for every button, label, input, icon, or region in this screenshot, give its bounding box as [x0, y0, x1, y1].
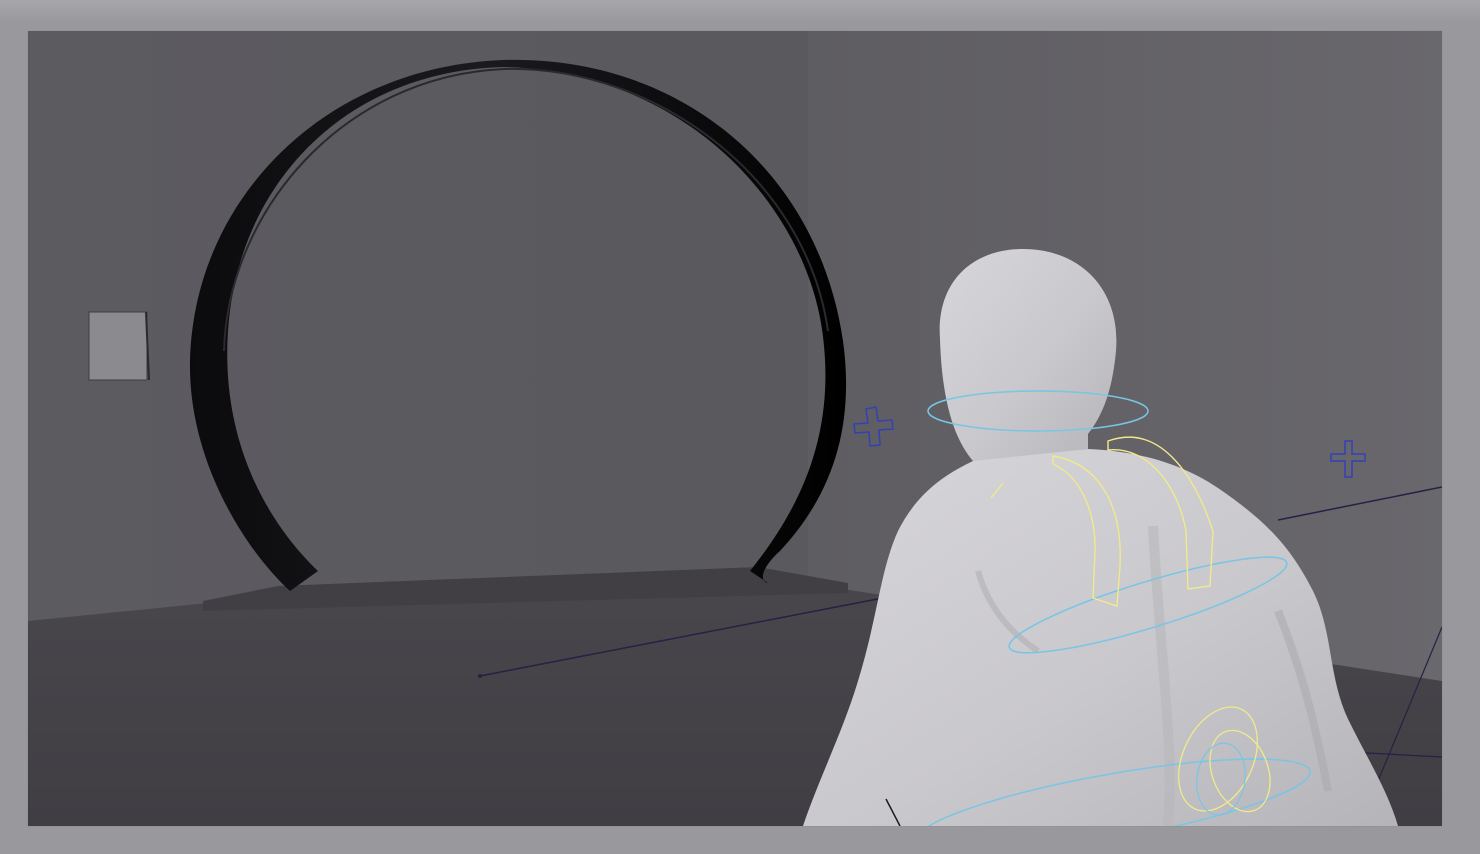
- wall-panel: [88, 311, 148, 381]
- viewport-top-strip: [0, 0, 1480, 23]
- camera-gate-top: [28, 22, 1442, 31]
- guide-line-point: [478, 674, 482, 678]
- camera-gate-bottom: [0, 826, 1480, 854]
- maya-viewport-app: [0, 0, 1480, 854]
- camera-gate-left: [0, 22, 28, 826]
- camera-gate-right: [1442, 22, 1480, 826]
- scene-render[interactable]: [28, 31, 1442, 826]
- 3d-viewport[interactable]: [28, 31, 1442, 826]
